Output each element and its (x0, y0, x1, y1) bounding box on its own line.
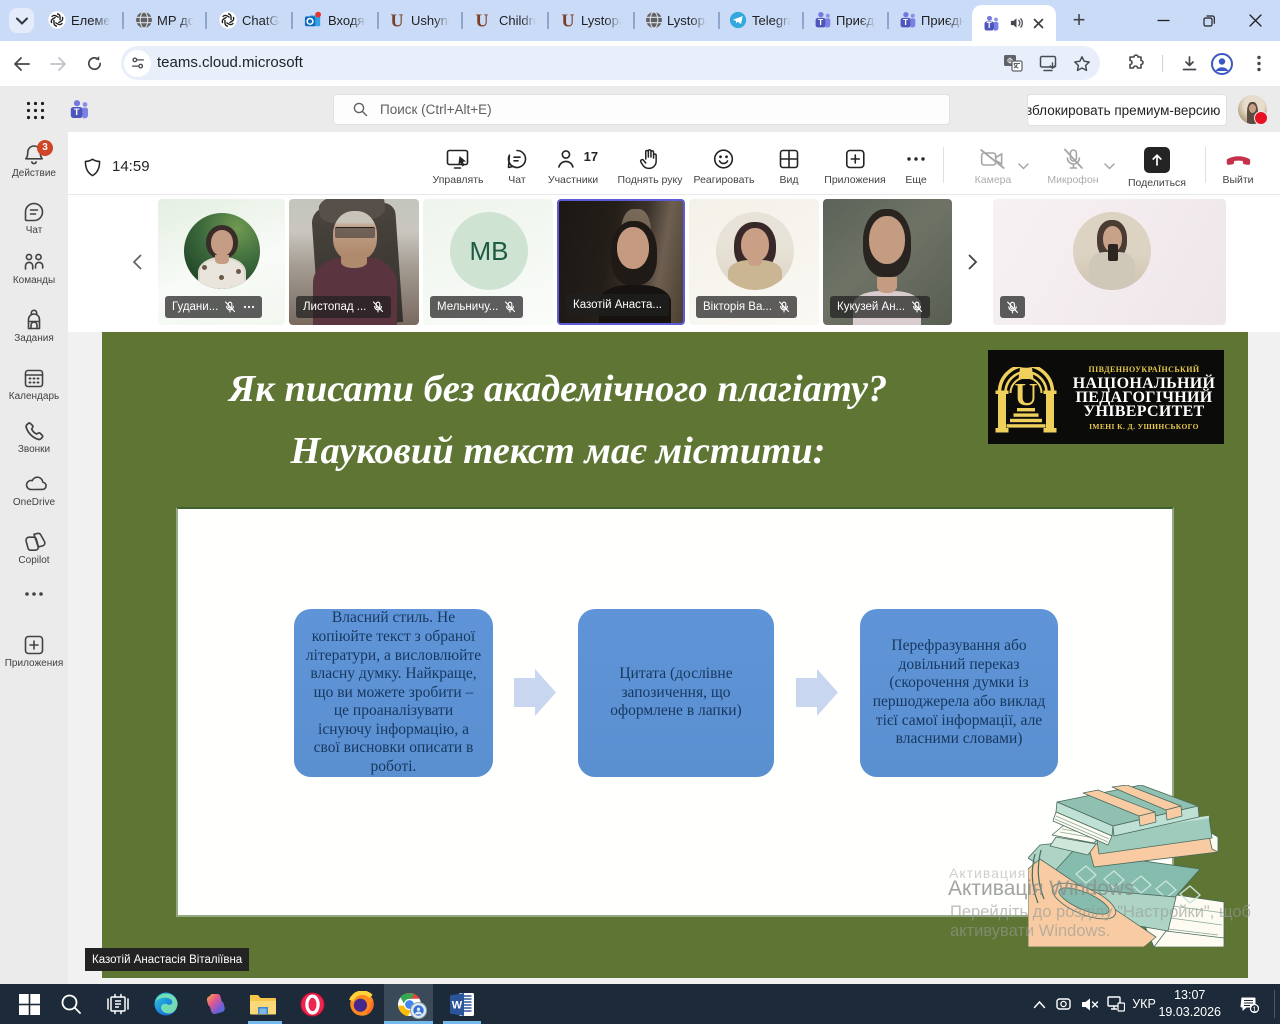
svg-text:U: U (1014, 376, 1037, 412)
svg-text:T: T (74, 107, 80, 118)
svg-text:1: 1 (1252, 1004, 1256, 1013)
svg-text:U: U (476, 11, 489, 29)
svg-text:T: T (903, 17, 909, 27)
svg-text:U: U (391, 11, 404, 29)
svg-text:T: T (818, 17, 824, 27)
svg-text:T: T (987, 21, 992, 30)
svg-text:U: U (562, 11, 575, 29)
svg-text:W: W (452, 999, 463, 1011)
